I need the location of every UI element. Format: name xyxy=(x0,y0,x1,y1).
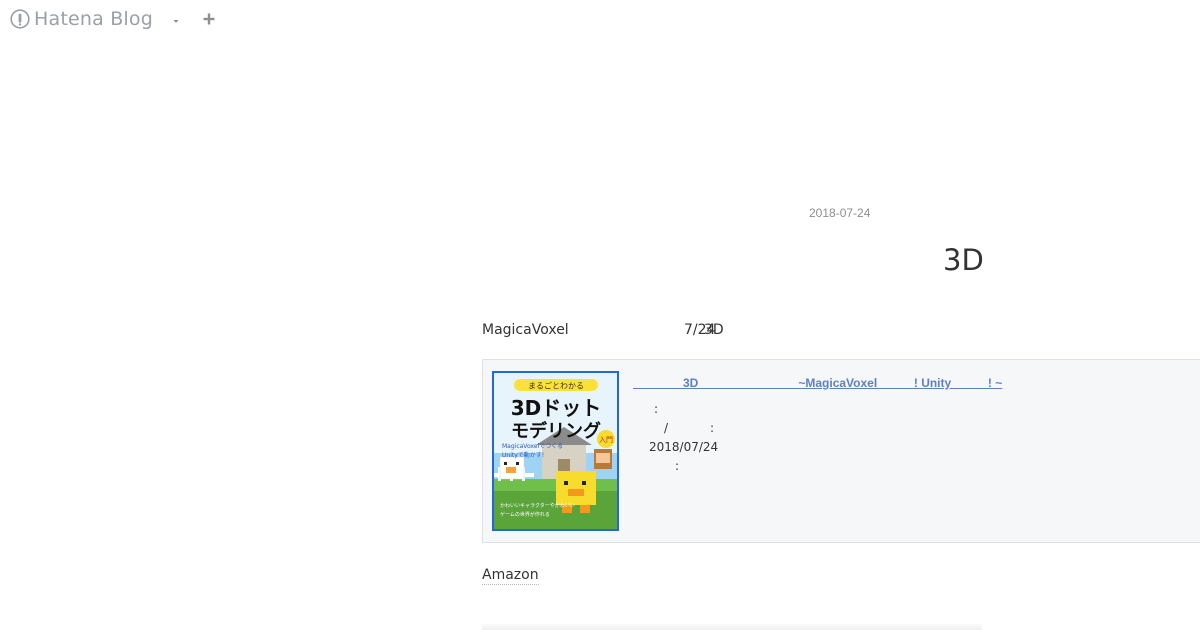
product-card: まるごとわかる 3Dドット モデリング 入門 MagicaVoxelでつくる U… xyxy=(482,359,1200,543)
hatena-blog-icon xyxy=(10,9,30,29)
top-bar: Hatena Blog xyxy=(0,0,1200,36)
cover-sub-2: Unityで動かす! xyxy=(502,451,544,459)
book-cover-image[interactable]: まるごとわかる 3Dドット モデリング 入門 MagicaVoxelでつくる U… xyxy=(492,371,619,531)
caret-down-icon[interactable] xyxy=(170,12,182,24)
entry-title[interactable]: 3D xyxy=(943,243,984,277)
content-divider xyxy=(482,624,982,630)
cover-title-2: モデリング xyxy=(511,420,601,442)
plus-icon[interactable] xyxy=(202,11,216,25)
product-detail-author: : xyxy=(654,402,659,416)
cover-title-1: 3Dドット xyxy=(511,396,602,420)
cover-tag-1: かわいいキャラクターやかわいい xyxy=(500,502,575,509)
product-detail-release-date: 2018/07/24 xyxy=(649,440,719,454)
hatena-blog-logo[interactable]: Hatena Blog xyxy=(10,8,153,30)
body-text-magicavoxel: MagicaVoxel xyxy=(482,322,569,338)
product-detail-media: : xyxy=(675,459,680,473)
entry-date[interactable]: 2018-07-24 xyxy=(809,206,870,220)
product-detail-publisher: / : xyxy=(664,421,715,435)
cover-ribbon-text: まるごとわかる xyxy=(528,381,584,391)
body-text-3d: 3D xyxy=(704,322,724,338)
logo-text: Hatena Blog xyxy=(34,8,153,30)
amazon-link[interactable]: Amazon xyxy=(482,566,539,585)
cover-tag-2: ゲームの世界が作れる xyxy=(500,511,550,518)
product-title-link[interactable]: 3D ~MagicaVoxel ! Unity ! ~ xyxy=(633,376,1002,390)
cover-badge-text: 入門 xyxy=(599,436,613,444)
cover-sub-1: MagicaVoxelでつくる xyxy=(502,443,563,450)
